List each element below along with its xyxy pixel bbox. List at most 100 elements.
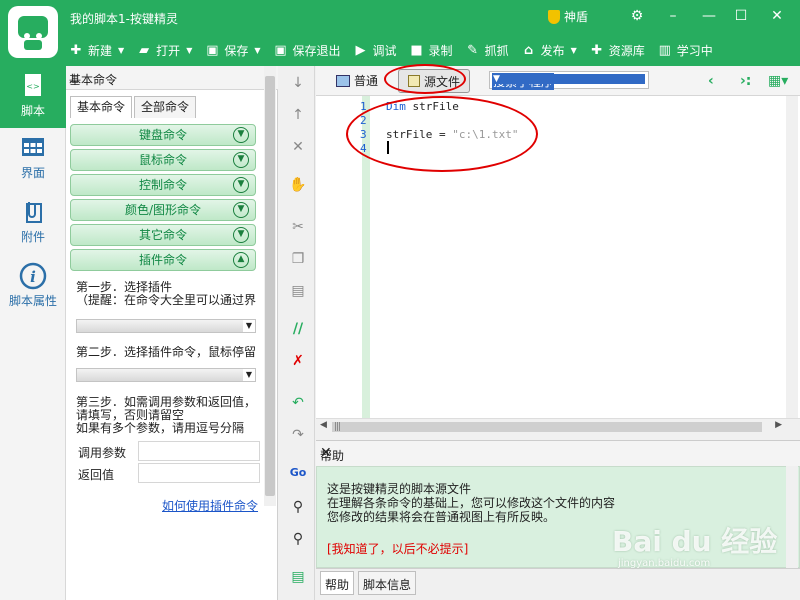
tab-basic-commands[interactable]: 基本命令 — [70, 96, 133, 118]
app-logo — [8, 6, 58, 58]
nav-item-script[interactable]: <> 脚本 — [0, 66, 66, 128]
close-button[interactable]: ✕ — [764, 6, 790, 26]
paperclip-icon — [26, 202, 42, 223]
save-icon: ▣ — [206, 42, 219, 58]
nav-label: 脚本 — [20, 104, 45, 118]
subroutine-search-select[interactable]: 搜索子程序 ▼ — [489, 71, 649, 90]
editor-header: 普通 源文件 搜索子程序 ▼ ‹ ›: ▦▾ — [316, 66, 800, 96]
layout-grid-icon[interactable]: ▦▾ — [768, 73, 788, 89]
pin-icon[interactable]: ⊥ — [69, 71, 272, 85]
copy-icon[interactable]: ❐ — [288, 250, 308, 268]
save-button[interactable]: ▣ 保存 ▼ — [204, 42, 260, 59]
keyboard-commands-button[interactable]: 键盘命令 ▼ — [70, 124, 256, 146]
help-vscroll[interactable] — [786, 466, 798, 568]
undo-icon[interactable]: ↶ — [288, 394, 308, 412]
new-button[interactable]: ✚ 新建 ▼ — [68, 42, 125, 59]
nav-item-attachment[interactable]: 附件 — [0, 198, 66, 254]
resource-library-button[interactable]: ✚ 资源库 — [589, 42, 644, 59]
plugin-commands-button[interactable]: 插件命令 ▲ — [70, 249, 256, 271]
nav-item-properties[interactable]: i 脚本属性 — [0, 262, 66, 318]
debug-button[interactable]: ▶ 调试 — [353, 42, 397, 59]
save-exit-button[interactable]: ▣ 保存退出 — [273, 42, 340, 59]
maximize-button[interactable]: ☐ — [728, 6, 754, 26]
plugin-help-link[interactable]: 如何使用插件命令 — [162, 497, 258, 514]
code-text[interactable]: Dim strFile strFile = "c:\1.txt" — [386, 100, 518, 156]
command-label: 插件命令 — [138, 253, 187, 267]
source-file-icon — [407, 75, 420, 87]
cut-icon[interactable]: ✂ — [288, 218, 308, 236]
tab-help[interactable]: 帮助 — [320, 571, 355, 595]
uncomment-icon[interactable]: ✗ — [288, 352, 308, 370]
plus-icon: ✚ — [70, 42, 82, 58]
close-icon[interactable]: ✕ — [320, 445, 794, 461]
grab-button[interactable]: ✎ 抓抓 — [465, 42, 508, 59]
chevron-down-icon[interactable]: ▼ — [186, 46, 192, 55]
delete-icon[interactable]: ✕ — [288, 138, 308, 156]
command-label: 键盘命令 — [138, 128, 187, 142]
call-params-input[interactable] — [138, 441, 260, 461]
comment-icon[interactable]: // — [288, 320, 308, 338]
open-label: 打开 — [156, 43, 181, 58]
plugin-select[interactable]: ▼ — [76, 319, 256, 333]
replace-icon[interactable]: ⚲ — [288, 530, 308, 548]
code-editor[interactable]: 1 2 3 4 Dim strFile strFile = "c:\1.txt" — [316, 96, 800, 418]
other-commands-button[interactable]: 其它命令 ▼ — [70, 224, 256, 246]
paste-icon[interactable]: ▤ — [288, 282, 308, 300]
move-down-icon[interactable]: ↓ — [288, 74, 308, 92]
chevron-down-icon: ▼ — [233, 127, 249, 143]
robot-head-icon — [18, 16, 48, 39]
minimize-mini-icon[interactable]: – — [660, 6, 686, 26]
chevron-down-icon[interactable]: ▼ — [118, 46, 124, 55]
record-button[interactable]: ■ 录制 — [409, 42, 452, 59]
normal-view-button[interactable]: 普通 — [336, 72, 378, 89]
chevron-left-icon[interactable]: ◀ — [320, 420, 327, 430]
nav-label: 界面 — [20, 166, 45, 180]
list-icon[interactable]: ▤ — [288, 568, 308, 586]
source-view-button[interactable]: 源文件 — [398, 69, 470, 93]
goto-icon[interactable]: Go — [288, 464, 308, 482]
command-panel-scrollbar[interactable] — [264, 66, 276, 506]
dismiss-help-link[interactable]: [我知道了，以后不必提示] — [327, 543, 468, 556]
chevron-right-icon[interactable]: ▶ — [775, 420, 782, 430]
command-label: 其它命令 — [138, 228, 187, 242]
move-up-icon[interactable]: ↑ — [288, 106, 308, 124]
chevron-up-icon: ▲ — [233, 252, 249, 268]
normal-view-icon — [336, 74, 350, 87]
chevron-down-icon: ▼ — [233, 227, 249, 243]
code-line-3: strFile = "c:\1.txt" — [386, 128, 518, 142]
return-value-input[interactable] — [138, 463, 260, 483]
learn-label: 学习中 — [676, 43, 713, 58]
robot-eye — [24, 33, 30, 39]
editor-hscroll[interactable]: ◀ ||| ▶ — [316, 418, 800, 434]
minimize-button[interactable]: — — [696, 6, 722, 26]
next-arrow-icon[interactable]: ›: — [740, 73, 751, 89]
redo-icon[interactable]: ↷ — [288, 426, 308, 444]
nav-item-ui[interactable]: 界面 — [0, 134, 66, 190]
mouse-commands-button[interactable]: 鼠标命令 ▼ — [70, 149, 256, 171]
chevron-down-icon[interactable]: ▼ — [571, 46, 577, 55]
scrollbar-thumb[interactable] — [265, 76, 275, 496]
hand-icon[interactable]: ✋ — [288, 176, 308, 194]
publish-button[interactable]: ⌂ 发布 ▼ — [521, 42, 577, 59]
prev-arrow-icon[interactable]: ‹ — [708, 73, 714, 89]
learn-button[interactable]: ▥ 学习中 — [657, 42, 713, 59]
tab-script-info[interactable]: 脚本信息 — [358, 571, 417, 595]
control-commands-button[interactable]: 控制命令 ▼ — [70, 174, 256, 196]
command-label: 控制命令 — [138, 178, 187, 192]
normal-view-label: 普通 — [354, 74, 379, 88]
editor-vscroll[interactable] — [786, 96, 798, 418]
chevron-down-icon[interactable]: ▼ — [254, 46, 260, 55]
color-image-commands-button[interactable]: 颜色/图形命令 ▼ — [70, 199, 256, 221]
open-button[interactable]: ▰ 打开 ▼ — [136, 42, 192, 59]
plugin-command-select[interactable]: ▼ — [76, 368, 256, 382]
play-icon: ▶ — [355, 42, 366, 58]
find-icon[interactable]: ⚲ — [288, 498, 308, 516]
shendun-label: 神盾 — [564, 10, 589, 24]
svg-text:i: i — [30, 268, 36, 286]
scrollbar-thumb[interactable] — [332, 422, 762, 432]
tab-all-commands[interactable]: 全部命令 — [134, 96, 197, 118]
settings-gear-icon[interactable]: ⚙ — [624, 6, 650, 26]
shendun-button[interactable]: 神盾 — [548, 8, 588, 25]
